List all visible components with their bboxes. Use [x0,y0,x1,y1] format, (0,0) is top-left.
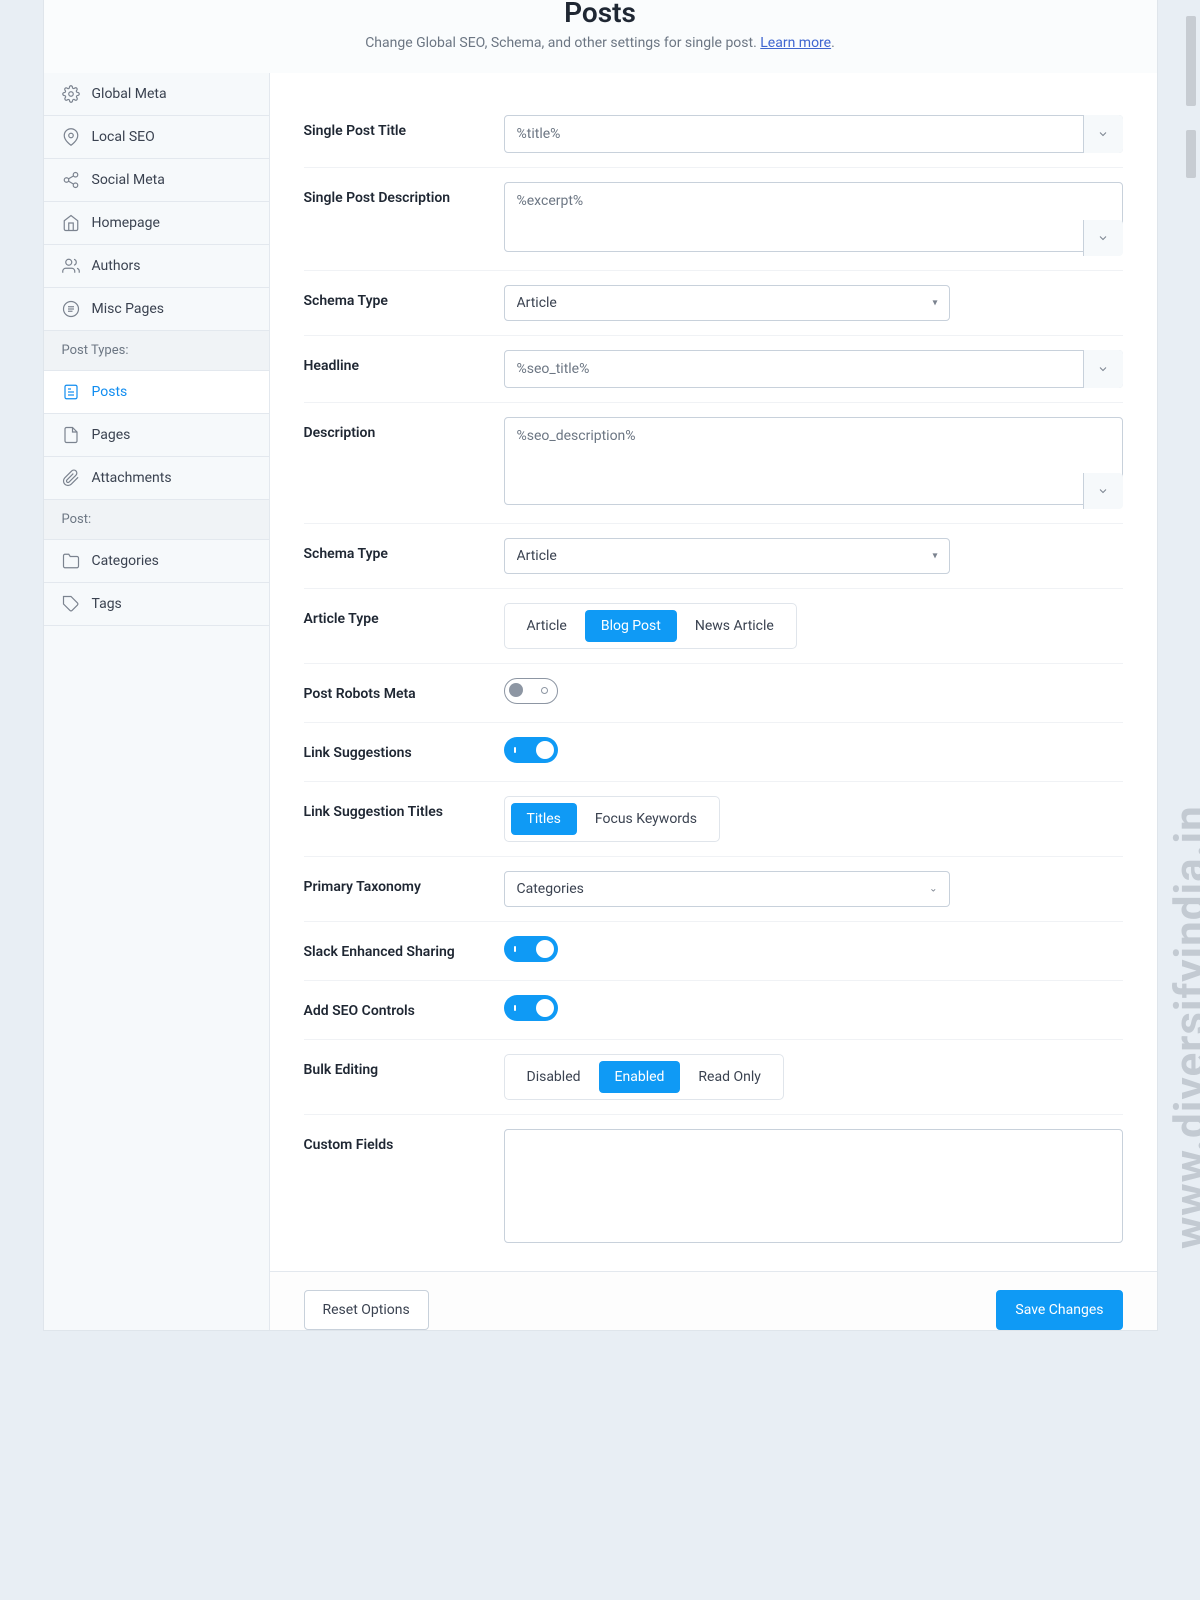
label-schema-type: Schema Type [304,285,504,309]
sidebar-item-label: Social Meta [92,172,165,188]
sidebar-heading-post: Post: [44,500,269,540]
label-custom-fields: Custom Fields [304,1129,504,1153]
post-icon [62,383,80,401]
article-type-blogpost[interactable]: Blog Post [585,610,677,642]
label-taxonomy: Primary Taxonomy [304,871,504,895]
link-sug-titles-segment: TitlesFocus Keywords [504,796,721,842]
description-input[interactable]: %seo_description% [504,417,1123,505]
label-headline: Headline [304,350,504,374]
custom-fields-input[interactable] [504,1129,1123,1243]
label-seo-controls: Add SEO Controls [304,995,504,1019]
seo-controls-toggle[interactable] [504,995,558,1021]
form-panel: Single Post Title Single Post Descriptio… [270,73,1157,1330]
slack-toggle[interactable] [504,936,558,962]
variable-dropdown[interactable] [1083,473,1123,509]
schema-type-select-2[interactable]: Article [504,538,950,574]
sidebar-item-label: Global Meta [92,86,167,102]
watermark: www.diversifyindia.in [1164,805,1200,1249]
page-header: Posts Change Global SEO, Schema, and oth… [44,0,1157,73]
sidebar-item-label: Homepage [92,215,160,231]
sidebar-item-posts[interactable]: Posts [44,371,269,414]
scrollbar-thumb[interactable] [1186,16,1196,106]
sidebar-heading-post-types: Post Types: [44,331,269,371]
label-single-desc: Single Post Description [304,182,504,206]
footer: Reset Options Save Changes [270,1271,1157,1330]
article-type-article[interactable]: Article [511,610,583,642]
sidebar-item-label: Attachments [92,470,172,486]
sidebar-item-label: Posts [92,384,128,400]
sidebar-item-attachments[interactable]: Attachments [44,457,269,500]
variable-dropdown[interactable] [1083,115,1123,153]
headline-input[interactable] [504,350,1123,388]
reset-button[interactable]: Reset Options [304,1290,429,1330]
sidebar-item-tags[interactable]: Tags [44,583,269,626]
variable-dropdown[interactable] [1083,220,1123,256]
page-subtitle: Change Global SEO, Schema, and other set… [64,35,1137,51]
label-bulk: Bulk Editing [304,1054,504,1078]
bulk-disabled[interactable]: Disabled [511,1061,597,1093]
sidebar-item-label: Misc Pages [92,301,165,317]
sidebar-item-pages[interactable]: Pages [44,414,269,457]
label-article-type: Article Type [304,603,504,627]
share-icon [62,171,80,189]
label-description: Description [304,417,504,441]
home-icon [62,214,80,232]
pin-icon [62,128,80,146]
sidebar-item-local-seo[interactable]: Local SEO [44,116,269,159]
sidebar: Global Meta Local SEO Social Meta Homepa… [44,73,270,1330]
sidebar-item-global-meta[interactable]: Global Meta [44,73,269,116]
label-link-suggestions: Link Suggestions [304,737,504,761]
sidebar-item-authors[interactable]: Authors [44,245,269,288]
sidebar-item-homepage[interactable]: Homepage [44,202,269,245]
list-icon [62,300,80,318]
tag-icon [62,595,80,613]
schema-type-select[interactable]: Article [504,285,950,321]
page-title: Posts [64,0,1137,29]
taxonomy-select[interactable]: Categories [504,871,950,907]
bulk-readonly[interactable]: Read Only [682,1061,776,1093]
label-slack: Slack Enhanced Sharing [304,936,504,960]
chevron-down-icon [1097,128,1109,140]
label-schema-type-2: Schema Type [304,538,504,562]
users-icon [62,257,80,275]
chevron-down-icon [1097,363,1109,375]
paperclip-icon [62,469,80,487]
chevron-down-icon [1097,485,1109,497]
scrollbar-thumb[interactable] [1186,130,1196,178]
lst-titles[interactable]: Titles [511,803,577,835]
sidebar-item-label: Tags [92,596,122,612]
sidebar-item-label: Authors [92,258,141,274]
single-desc-input[interactable]: %excerpt% [504,182,1123,252]
save-button[interactable]: Save Changes [996,1290,1122,1330]
label-robots: Post Robots Meta [304,678,504,702]
article-type-news[interactable]: News Article [679,610,790,642]
sidebar-item-label: Local SEO [92,129,155,145]
sidebar-item-categories[interactable]: Categories [44,540,269,583]
bulk-enabled[interactable]: Enabled [599,1061,681,1093]
label-single-title: Single Post Title [304,115,504,139]
label-link-sug-titles: Link Suggestion Titles [304,796,504,820]
chevron-down-icon [1097,232,1109,244]
single-title-input[interactable] [504,115,1123,153]
folder-icon [62,552,80,570]
sidebar-item-misc-pages[interactable]: Misc Pages [44,288,269,331]
page-icon [62,426,80,444]
sidebar-item-label: Categories [92,553,159,569]
robots-toggle[interactable] [504,678,558,704]
sidebar-item-label: Pages [92,427,131,443]
variable-dropdown[interactable] [1083,350,1123,388]
article-type-segment: ArticleBlog PostNews Article [504,603,797,649]
learn-more-link[interactable]: Learn more [760,35,831,51]
gear-icon [62,85,80,103]
bulk-segment: DisabledEnabledRead Only [504,1054,784,1100]
sidebar-item-social-meta[interactable]: Social Meta [44,159,269,202]
link-suggestions-toggle[interactable] [504,737,558,763]
lst-focus[interactable]: Focus Keywords [579,803,713,835]
